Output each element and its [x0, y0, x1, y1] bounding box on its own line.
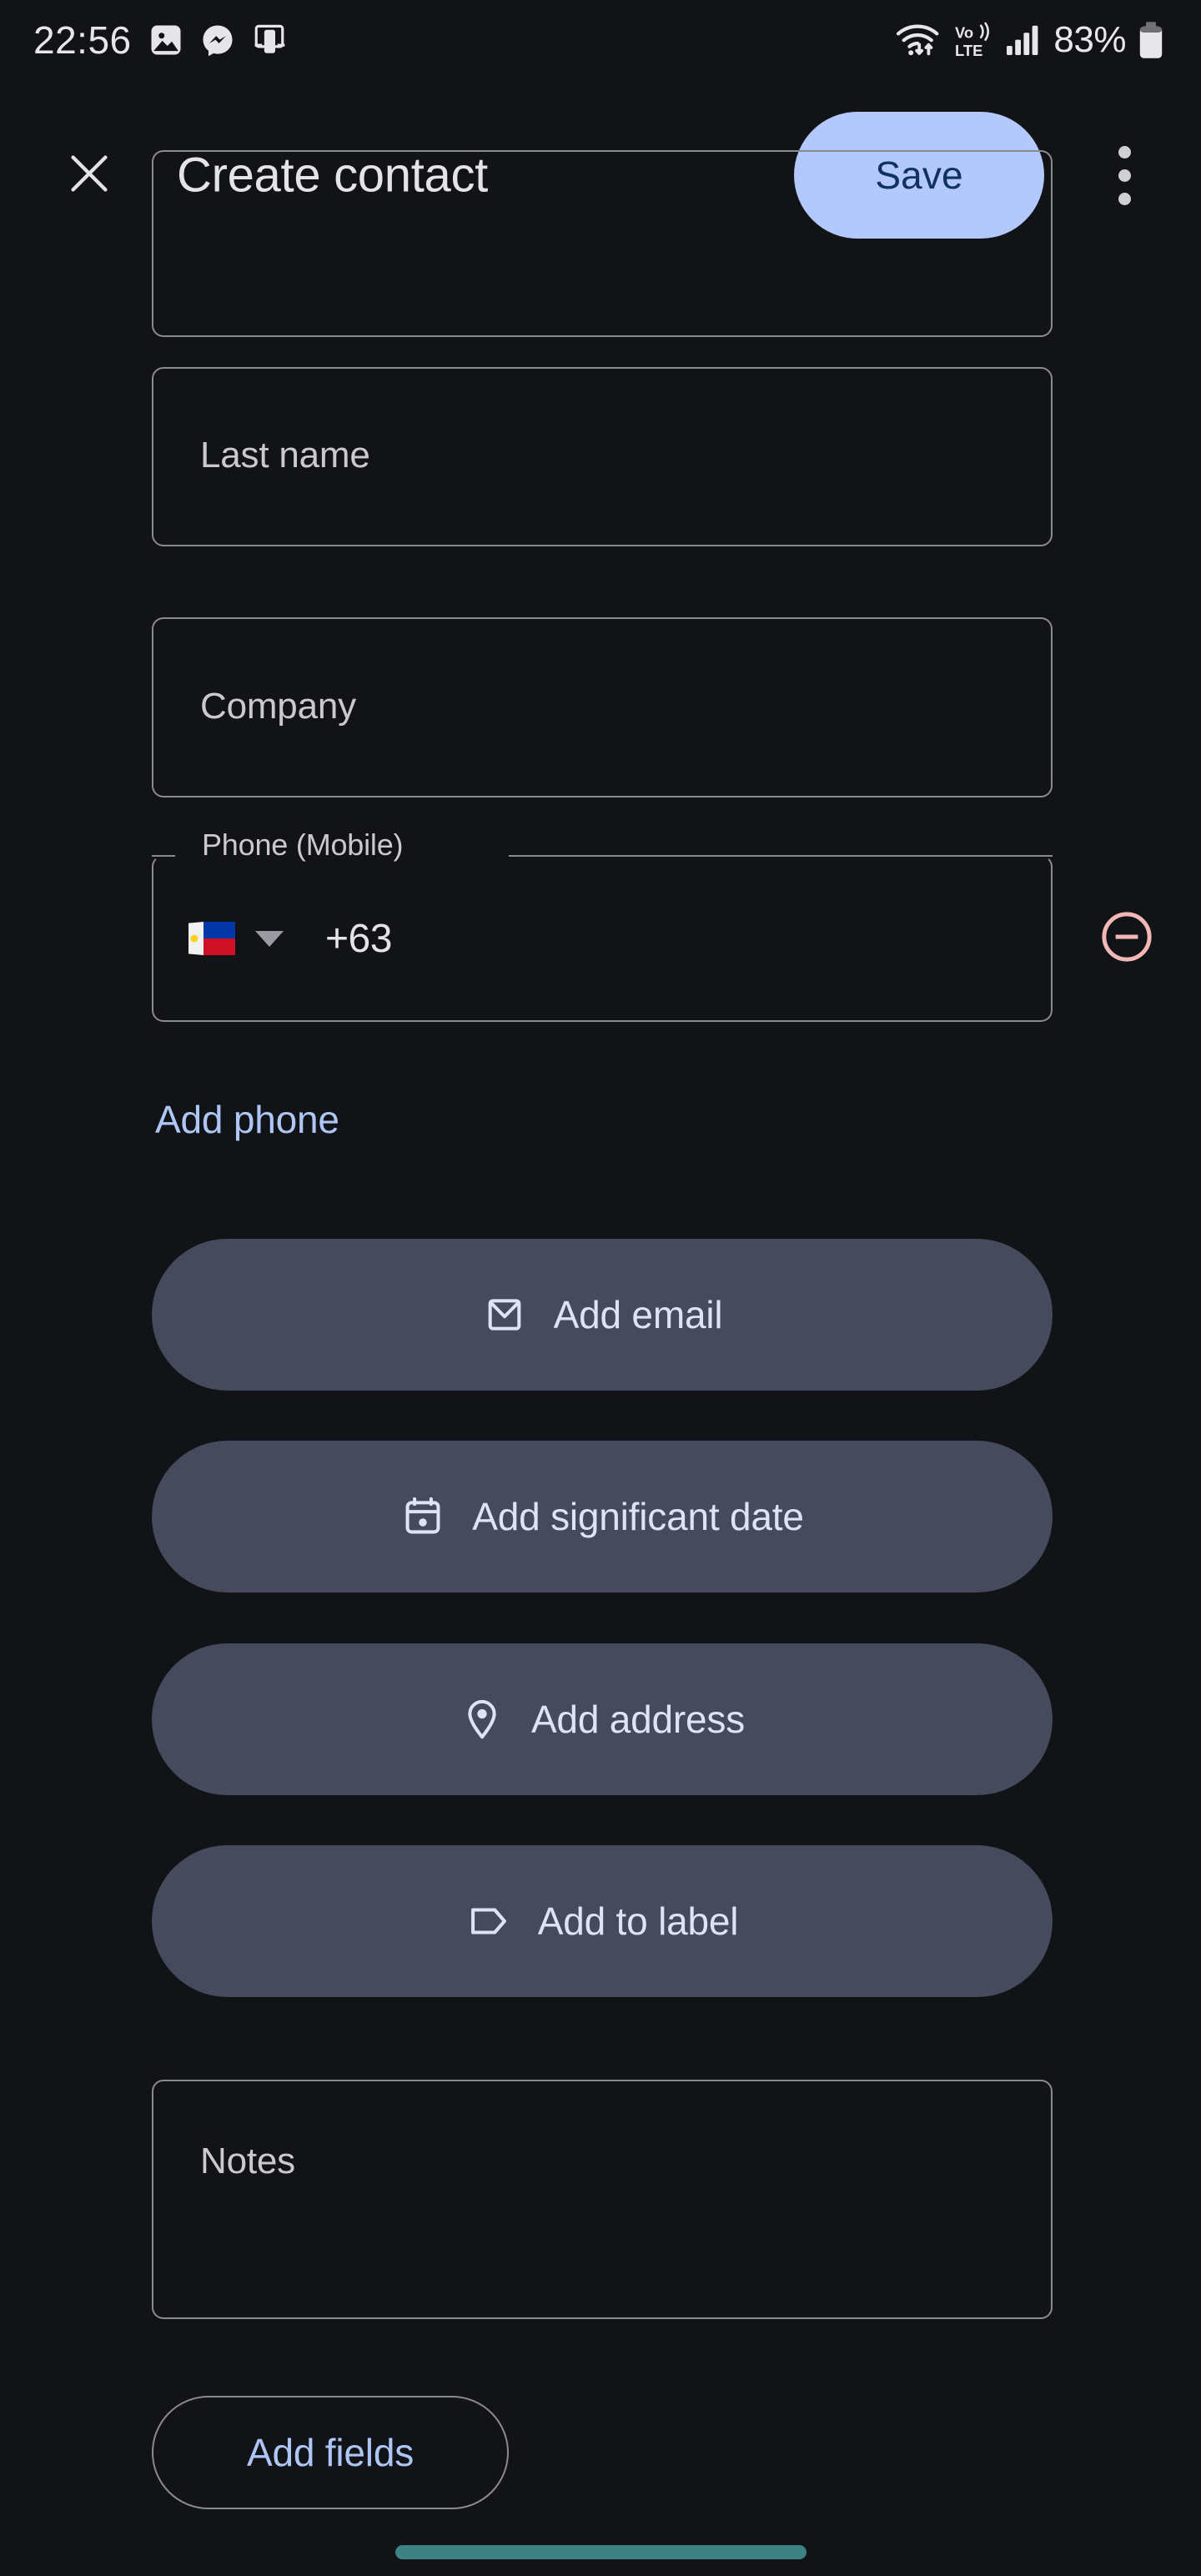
add-fields-button[interactable]: Add fields	[152, 2396, 509, 2509]
notes-placeholder: Notes	[200, 2141, 295, 2181]
last-name-field[interactable]: Last name	[152, 367, 1053, 546]
add-significant-date-button[interactable]: Add significant date	[152, 1441, 1053, 1592]
close-icon	[63, 148, 115, 204]
more-options-button[interactable]	[1093, 135, 1156, 215]
gallery-icon	[148, 23, 183, 58]
close-button[interactable]	[57, 143, 122, 208]
add-email-button[interactable]: Add email	[152, 1239, 1053, 1391]
company-placeholder: Company	[200, 686, 356, 727]
svg-text:LTE: LTE	[955, 42, 982, 58]
add-email-label: Add email	[553, 1293, 723, 1336]
add-address-label: Add address	[530, 1698, 746, 1741]
add-to-label-button[interactable]: Add to label	[152, 1845, 1053, 1997]
phone-field-notch: Phone (Mobile)	[152, 828, 1053, 863]
notes-field[interactable]: Notes	[152, 2080, 1053, 2319]
status-bar-clock: 22:56	[33, 18, 132, 62]
last-name-placeholder: Last name	[200, 435, 370, 475]
phone-notch-left-rule	[152, 855, 175, 857]
more-vert-icon-dot-3	[1118, 192, 1131, 205]
volte-icon: Vo LTE	[953, 22, 993, 58]
more-vert-icon-dot-1	[1118, 145, 1131, 158]
calendar-icon	[400, 1494, 445, 1539]
phone-field-label: Phone (Mobile)	[195, 828, 410, 863]
remove-phone-button[interactable]	[1094, 906, 1159, 971]
svg-text:Vo: Vo	[955, 24, 973, 42]
email-icon	[482, 1292, 527, 1337]
first-name-field[interactable]	[152, 150, 1053, 337]
home-gesture-bar[interactable]	[394, 2544, 807, 2559]
cellular-signal-icon	[1005, 23, 1042, 57]
label-tag-icon	[466, 1899, 511, 1944]
philippines-flag-icon[interactable]	[188, 922, 235, 955]
phone-notch-right-rule	[509, 855, 1053, 857]
status-bar-left: 22:56	[33, 21, 287, 59]
phone-field[interactable]: +63	[152, 855, 1053, 1022]
add-address-button[interactable]: Add address	[152, 1643, 1053, 1795]
phone-screen: 22:56 Vo LTE 83% Create contact Save Las…	[0, 0, 1201, 2576]
screen-mirror-icon	[252, 23, 287, 58]
navigation-bar	[0, 2528, 1201, 2576]
status-bar-right: Vo LTE 83%	[895, 21, 1164, 59]
add-to-label-label: Add to label	[537, 1899, 739, 1943]
add-phone-link[interactable]: Add phone	[155, 1097, 339, 1142]
add-significant-date-label: Add significant date	[472, 1495, 804, 1538]
company-field[interactable]: Company	[152, 617, 1053, 797]
location-pin-icon	[460, 1697, 505, 1742]
more-vert-icon-dot-2	[1118, 169, 1131, 182]
status-bar: 22:56 Vo LTE 83%	[0, 0, 1201, 80]
phone-dial-code: +63	[325, 916, 392, 961]
add-fields-label: Add fields	[246, 2431, 414, 2474]
phone-field-row: +63	[153, 857, 1051, 1020]
chevron-down-icon[interactable]	[255, 930, 284, 947]
remove-circle-icon	[1098, 908, 1156, 970]
battery-icon	[1138, 21, 1164, 59]
battery-percent-label: 83%	[1053, 19, 1126, 60]
messenger-icon	[200, 23, 235, 58]
wifi-data-icon	[895, 22, 942, 58]
